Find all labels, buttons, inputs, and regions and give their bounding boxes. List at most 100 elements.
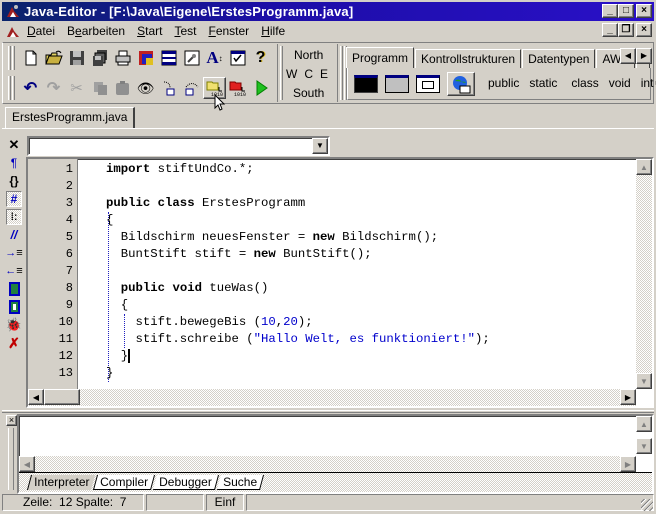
toolbar-grip[interactable] [12, 76, 15, 100]
copy-icon[interactable] [88, 77, 111, 99]
hash-icon[interactable]: # [6, 191, 22, 207]
applet-icon[interactable] [447, 72, 475, 96]
toolbar-grip[interactable] [340, 46, 343, 100]
code-line[interactable]: import stiftUndCo.*; [106, 161, 626, 178]
close-icon[interactable]: ✕ [6, 137, 22, 153]
unindent-icon[interactable]: ← ≡ [5, 263, 22, 279]
keyword-int[interactable]: int [641, 76, 655, 90]
uml-icon[interactable] [134, 47, 157, 69]
paragraph-icon[interactable]: ¶ [6, 155, 22, 171]
class-dropdown[interactable]: ▼ [27, 136, 330, 156]
menu-fenster[interactable]: Fenster [208, 24, 249, 38]
windows-icon[interactable] [157, 47, 180, 69]
toolbar-grip[interactable] [12, 46, 15, 70]
open-folder-icon[interactable] [42, 47, 65, 69]
scroll-up-icon[interactable]: ▲ [636, 159, 652, 175]
code-line[interactable]: Bildschirm neuesFenster = new Bildschirm… [106, 229, 626, 246]
braces-icon[interactable]: {} [6, 173, 22, 189]
minimize-button[interactable]: _ [602, 4, 618, 18]
msg-scroll-down-icon[interactable]: ▼ [636, 438, 652, 454]
dialog-icon[interactable] [416, 75, 440, 93]
step-into-icon[interactable] [157, 77, 180, 99]
menu-datei[interactable]: Datei [27, 24, 55, 38]
code-line[interactable] [106, 178, 626, 195]
undo-icon[interactable]: ↶ [19, 77, 42, 99]
redo-icon[interactable]: ↷ [42, 77, 65, 99]
file-tab[interactable]: ErstesProgramm.java [5, 107, 136, 128]
find-icon[interactable]: 👁 [134, 77, 157, 99]
keyword-class[interactable]: class [571, 76, 598, 90]
layout-north[interactable]: North [294, 48, 323, 62]
code-line[interactable] [106, 263, 626, 280]
tab-scroll-left-icon[interactable]: ◀ [620, 48, 636, 64]
checklist-icon[interactable] [226, 47, 249, 69]
tab-kontrollstrukturen[interactable]: Kontrollstrukturen [415, 49, 522, 68]
keyword-public[interactable]: public [488, 76, 519, 90]
compile-run-icon[interactable]: 1010 [226, 77, 249, 99]
tab-datentypen[interactable]: Datentypen [522, 49, 596, 68]
remove-bug-icon[interactable]: ✗ [6, 335, 22, 351]
code-line[interactable]: { [106, 212, 626, 229]
frame-icon[interactable] [385, 75, 409, 93]
bug-icon[interactable]: 🐞 [6, 317, 22, 333]
code-line[interactable]: } [106, 365, 626, 382]
splitter[interactable] [2, 410, 654, 413]
horizontal-scrollbar[interactable]: ◀ ▶ [28, 389, 636, 406]
layout-east[interactable]: E [320, 67, 328, 81]
book-icon[interactable] [6, 281, 22, 297]
tab-suche[interactable]: Suche [217, 475, 265, 490]
keyword-void[interactable]: void [609, 76, 631, 90]
layout-center[interactable]: C [304, 67, 313, 81]
print-icon[interactable] [111, 47, 134, 69]
keyword-static[interactable]: static [529, 76, 557, 90]
message-panel[interactable]: ◀ ▶ ▲ ▼ Interpreter Compiler Debugger Su… [17, 414, 654, 494]
close-button[interactable]: × [636, 4, 652, 18]
code-line[interactable]: { [106, 297, 626, 314]
code-editor[interactable]: 1 2 3 4 5 6 7 8 9 10 11 12 13 import stiftUndCo.*; pu… [26, 157, 654, 408]
code-line[interactable]: stift.bewegeBis (10,20); [106, 314, 626, 331]
code-line[interactable]: } [106, 348, 626, 365]
layout-west[interactable]: W [286, 67, 297, 81]
menu-start[interactable]: Start [137, 24, 162, 38]
scroll-thumb[interactable] [44, 389, 80, 405]
maximize-button[interactable]: □ [618, 4, 634, 18]
doc-close-button[interactable]: × [636, 23, 652, 37]
toolbar-grip[interactable] [280, 46, 283, 100]
close-panel-icon[interactable]: × [6, 415, 17, 426]
tab-debugger[interactable]: Debugger [153, 475, 220, 490]
doc-restore-button[interactable]: ❐ [618, 23, 634, 37]
tab-scroll-right-icon[interactable]: ▶ [636, 48, 652, 64]
document-icon[interactable] [5, 24, 21, 39]
code-line[interactable]: public class ErstesProgramm [106, 195, 626, 212]
menu-test[interactable]: Test [174, 24, 196, 38]
screenshot-icon[interactable] [180, 47, 203, 69]
help-icon[interactable]: ? [249, 47, 272, 69]
message-h-scrollbar[interactable]: ◀ ▶ [19, 456, 636, 472]
menu-hilfe[interactable]: Hilfe [261, 24, 285, 38]
bookmark-icon[interactable] [6, 299, 22, 315]
message-v-scrollbar[interactable]: ▲ ▼ [636, 416, 652, 456]
msg-scroll-left-icon[interactable]: ◀ [19, 456, 35, 472]
msg-scroll-right-icon[interactable]: ▶ [620, 456, 636, 472]
new-file-icon[interactable] [19, 47, 42, 69]
comment-icon[interactable]: // [6, 227, 22, 243]
scroll-down-icon[interactable]: ▼ [636, 373, 652, 389]
tab-programm[interactable]: Programm [346, 47, 415, 68]
layout-south[interactable]: South [293, 86, 324, 100]
code-line[interactable]: public void tueWas() [106, 280, 626, 297]
menu-bearbeiten[interactable]: Bearbeiten [67, 24, 125, 38]
paste-icon[interactable] [111, 77, 134, 99]
scroll-right-icon[interactable]: ▶ [620, 389, 636, 405]
msg-scroll-up-icon[interactable]: ▲ [636, 416, 652, 432]
scroll-left-icon[interactable]: ◀ [28, 389, 44, 405]
font-icon[interactable]: A ↕ [203, 47, 226, 69]
tab-interpreter[interactable]: Interpreter [26, 475, 96, 490]
toolbar-grip[interactable] [8, 76, 11, 100]
cut-icon[interactable]: ✂ [65, 77, 88, 99]
resize-grip[interactable] [641, 499, 653, 511]
app-icon[interactable] [5, 4, 21, 19]
console-app-icon[interactable] [354, 75, 378, 93]
code-line[interactable]: stift.schreibe ("Hallo Welt, es funktion… [106, 331, 626, 348]
dotted-indent-icon[interactable]: ⁞: [6, 209, 22, 225]
panel-grip[interactable] [8, 428, 14, 490]
